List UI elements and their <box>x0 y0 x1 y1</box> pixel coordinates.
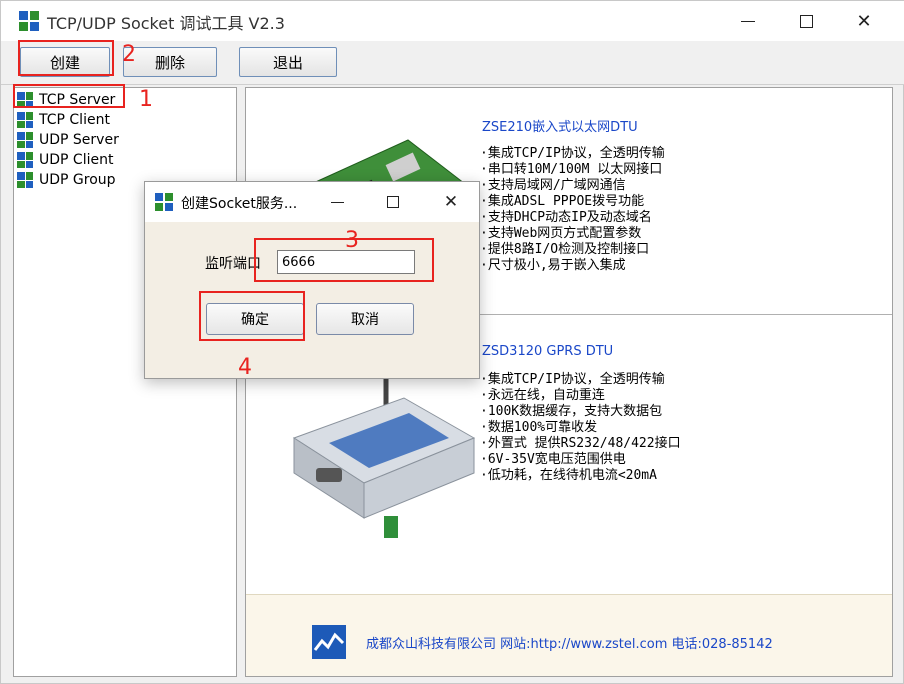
feature-item: ·串口转10M/100M 以太网接口 <box>480 162 663 177</box>
maximize-icon <box>387 196 399 208</box>
maximize-icon <box>799 14 813 28</box>
feature-item: ·数据100%可靠收发 <box>480 420 598 435</box>
minimize-icon <box>741 20 755 22</box>
delete-button[interactable]: 删除 <box>123 47 217 77</box>
tree-item-udp-server[interactable]: UDP Server <box>17 130 119 150</box>
product-title: ZSD3120 GPRS DTU <box>482 344 614 359</box>
feature-item: ·外置式 提供RS232/48/422接口 <box>480 436 681 451</box>
product-feature-list: ·集成TCP/IP协议，全透明传输 ·永远在线，自动重连 ·100K数据缓存，支… <box>480 372 681 484</box>
exit-button[interactable]: 退出 <box>239 47 337 77</box>
dialog-minimize-button[interactable] <box>309 182 365 222</box>
annotation-box-create <box>18 40 114 76</box>
company-footer: 成都众山科技有限公司 网站:http://www.zstel.com 电话:02… <box>246 594 892 676</box>
dialog-title-bar: 创建Socket服务... ✕ <box>145 182 479 222</box>
feature-item: ·低功耗，在线待机电流<20mA <box>480 468 657 483</box>
feature-item: ·永远在线，自动重连 <box>480 388 605 403</box>
product-feature-list: ·集成TCP/IP协议，全透明传输 ·串口转10M/100M 以太网接口 ·支持… <box>480 146 665 274</box>
feature-item: ·100K数据缓存，支持大数据包 <box>480 404 663 419</box>
port-label: 监听端口 <box>205 256 261 272</box>
tree-item-label: UDP Group <box>39 172 116 188</box>
dialog-maximize-button[interactable] <box>365 182 421 222</box>
annotation-box-ok <box>199 291 305 341</box>
dialog-title: 创建Socket服务... <box>181 196 298 212</box>
product-title: ZSE210嵌入式以太网DTU <box>482 120 638 135</box>
tree-item-label: TCP Client <box>39 112 110 128</box>
annotation-number: 3 <box>345 228 359 253</box>
tree-item-tcp-client[interactable]: TCP Client <box>17 110 110 130</box>
feature-item: ·6V-35V宽电压范围供电 <box>480 452 626 467</box>
annotation-number: 2 <box>122 42 136 67</box>
feature-item: ·支持DHCP动态IP及动态域名 <box>480 210 652 225</box>
minimize-button[interactable] <box>719 1 777 41</box>
annotation-box-tcp-server <box>13 84 125 108</box>
company-logo-icon <box>312 625 346 659</box>
product-panel: ZSE210嵌入式以太网DTU ·集成TCP/IP协议，全透明传输 ·串口转10… <box>245 87 893 677</box>
socket-icon <box>17 132 33 148</box>
annotation-box-port <box>254 238 434 282</box>
socket-icon <box>17 152 33 168</box>
feature-item: ·支持局域网/广域网通信 <box>480 178 626 193</box>
company-info: 成都众山科技有限公司 网站:http://www.zstel.com 电话:02… <box>366 637 773 652</box>
feature-item: ·集成ADSL PPPOE拨号功能 <box>480 194 645 209</box>
feature-item: ·集成TCP/IP协议，全透明传输 <box>480 372 665 387</box>
close-icon: ✕ <box>856 10 872 32</box>
gprs-dtu-device-image <box>292 378 476 538</box>
socket-tree: TCP Server TCP Client UDP Server UDP Cli… <box>13 87 237 677</box>
tree-item-udp-group[interactable]: UDP Group <box>17 170 116 190</box>
window-title: TCP/UDP Socket 调试工具 V2.3 <box>47 14 285 33</box>
app-icon <box>19 11 39 31</box>
feature-item: ·集成TCP/IP协议，全透明传输 <box>480 146 665 161</box>
tree-item-label: UDP Server <box>39 132 119 148</box>
close-button[interactable]: ✕ <box>835 1 893 41</box>
minimize-icon <box>330 201 344 203</box>
tree-item-udp-client[interactable]: UDP Client <box>17 150 113 170</box>
close-icon: ✕ <box>443 192 459 212</box>
tree-item-label: UDP Client <box>39 152 114 168</box>
title-bar: TCP/UDP Socket 调试工具 V2.3 ✕ <box>1 1 904 41</box>
app-icon <box>155 193 173 211</box>
feature-item: ·尺寸极小,易于嵌入集成 <box>480 258 626 273</box>
dialog-close-button[interactable]: ✕ <box>423 182 479 222</box>
toolbar: 创建 删除 退出 <box>1 41 904 85</box>
cancel-button[interactable]: 取消 <box>316 303 414 335</box>
maximize-button[interactable] <box>777 1 835 41</box>
annotation-number: 1 <box>139 87 153 112</box>
socket-icon <box>17 112 33 128</box>
socket-icon <box>17 172 33 188</box>
annotation-number: 4 <box>238 355 252 380</box>
feature-item: ·提供8路I/O检测及控制接口 <box>480 242 650 257</box>
feature-item: ·支持Web网页方式配置参数 <box>480 226 642 241</box>
